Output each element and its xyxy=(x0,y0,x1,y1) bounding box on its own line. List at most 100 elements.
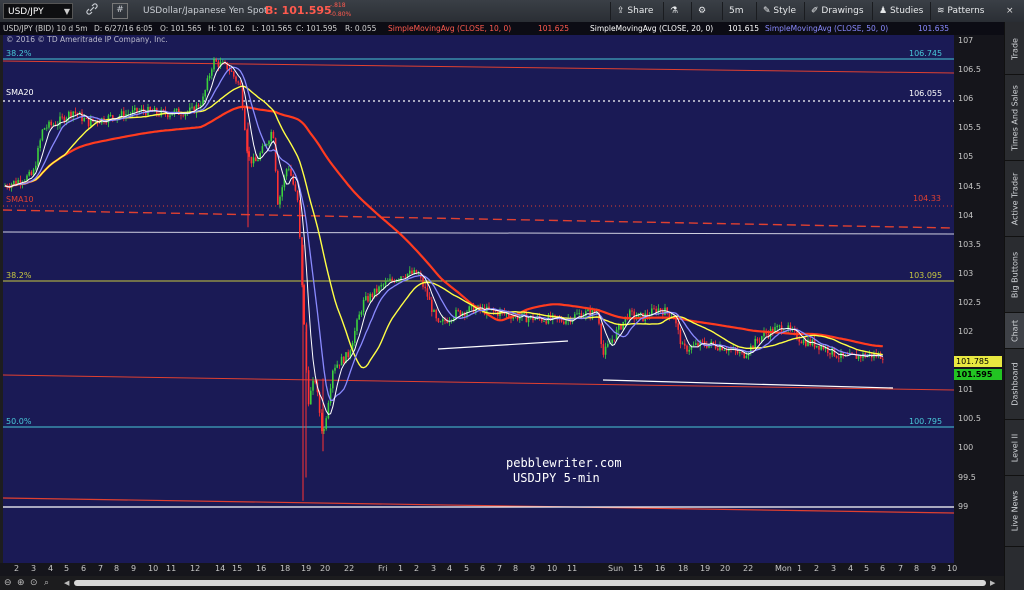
patterns-button[interactable]: ≋ Patterns xyxy=(930,2,995,20)
candle-body xyxy=(387,280,389,282)
zoom-fit-icon[interactable]: ⊙ xyxy=(30,578,38,588)
fib-382-top-label: 38.2% xyxy=(6,49,32,58)
candle-body xyxy=(664,307,666,316)
candle-body xyxy=(384,281,387,285)
style-label: Style xyxy=(773,6,797,16)
candle-body xyxy=(250,156,253,164)
candle-body xyxy=(105,122,107,124)
candle-body xyxy=(120,111,123,116)
candle-body xyxy=(310,390,312,405)
candle-body xyxy=(87,118,90,127)
price-axis[interactable]: 107 106.5 106 105.5 105 104.5 104 103.5 103 102.5… xyxy=(954,35,1004,563)
candle-body xyxy=(613,339,616,341)
time-tick: 15 xyxy=(232,564,243,573)
chevron-down-icon[interactable]: ▼ xyxy=(64,4,70,20)
hash-icon[interactable]: # xyxy=(112,3,128,19)
candle-body xyxy=(798,339,800,342)
price-tick: 100.5 xyxy=(958,414,981,424)
chart-toolbar: USD/JPY ▼ # USDollar/Japanese Yen Spot B… xyxy=(0,0,1024,23)
rail-tab-label: Trade xyxy=(1010,38,1020,60)
candle-body xyxy=(332,370,334,389)
drawings-button[interactable]: ✐ Drawings xyxy=(804,2,871,20)
candle-body xyxy=(270,131,272,142)
time-tick: 19 xyxy=(301,564,312,573)
chart-scrollbar[interactable]: ⊖ ⊕ ⊙ ⌕ ◀ ▶ xyxy=(0,576,1004,590)
time-tick: 20 xyxy=(320,564,331,573)
studies-button[interactable]: ♟ Studies xyxy=(872,2,931,20)
sma10-study-label[interactable]: SimpleMovingAvg (CLOSE, 10, 0) xyxy=(388,22,511,35)
candle-body xyxy=(200,104,202,107)
candle-body xyxy=(268,141,270,145)
candle-body xyxy=(409,270,411,274)
sma50-study-label[interactable]: SimpleMovingAvg (CLOSE, 50, 0) xyxy=(765,22,888,35)
rail-tab-dashboard[interactable]: Dashboard xyxy=(1005,349,1024,420)
zoom-in-icon[interactable]: ⊕ xyxy=(17,578,25,588)
candle-body xyxy=(400,276,402,280)
price-tick: 100 xyxy=(958,443,974,453)
rail-tab-live-news[interactable]: Live News xyxy=(1005,476,1024,547)
candle-body xyxy=(428,296,431,300)
scroll-right-icon[interactable]: ▶ xyxy=(990,579,995,587)
sma20-study-value: 101.615 xyxy=(728,24,760,33)
candle-body xyxy=(754,338,756,349)
candle-body xyxy=(233,71,235,77)
share-button[interactable]: ⇪ Share xyxy=(610,2,667,20)
candle-body xyxy=(338,364,341,366)
close-icon[interactable]: × xyxy=(1006,2,1020,20)
candle-body xyxy=(215,59,217,62)
time-tick: 9 xyxy=(931,564,937,573)
time-tick: 5 xyxy=(864,564,870,573)
candle-body xyxy=(631,310,633,312)
candle-body xyxy=(534,318,536,321)
right-side-tabs: Trade Times And Sales Active Trader Big But… xyxy=(1004,22,1024,590)
candle-body xyxy=(615,329,618,340)
scroll-left-icon[interactable]: ◀ xyxy=(64,579,70,587)
scroll-thumb[interactable] xyxy=(74,580,986,586)
rail-tab-trade[interactable]: Trade xyxy=(1005,24,1024,75)
candle-body xyxy=(525,313,528,323)
candle-body xyxy=(189,107,191,112)
link-icon[interactable] xyxy=(86,3,98,19)
time-tick: 3 xyxy=(431,564,437,573)
symbol-selector[interactable]: USD/JPY ▼ xyxy=(3,3,73,19)
candle-body xyxy=(169,115,171,118)
candle-body xyxy=(745,355,748,359)
rail-tab-big-buttons[interactable]: Big Buttons xyxy=(1005,237,1024,313)
gear-icon[interactable]: ⚙ xyxy=(691,2,718,20)
sma200-curve xyxy=(4,105,883,348)
rail-tab-chart[interactable]: Chart xyxy=(1005,313,1024,349)
time-axis[interactable]: 2 3 4 5 6 7 8 9 10 11 12 14 15 16 18 19 20 22 Fri 1 2 3 4 5 6 7 8 9… xyxy=(0,563,1004,576)
time-tick: 6 xyxy=(480,564,486,573)
candle-body xyxy=(437,318,440,322)
rail-tab-times-and-sales[interactable]: Times And Sales xyxy=(1005,75,1024,161)
sma50-study-value: 101.635 xyxy=(918,24,950,33)
candle-body xyxy=(604,346,607,355)
style-button[interactable]: ✎ Style xyxy=(756,2,805,20)
candle-body xyxy=(303,285,305,325)
zoom-out-icon[interactable]: ⊖ xyxy=(4,578,12,588)
timeframe-label: 5m xyxy=(729,6,744,16)
flask-icon[interactable]: ⚗ xyxy=(663,2,690,20)
time-tick: 2 xyxy=(14,564,20,573)
candle-body xyxy=(230,70,233,72)
change-percent: -0.80% xyxy=(330,11,352,18)
sma20-study-label[interactable]: SimpleMovingAvg (CLOSE, 20, 0) xyxy=(590,22,713,35)
candle-body xyxy=(439,321,442,323)
timeframe-button[interactable]: 5m xyxy=(722,2,751,20)
candle-body xyxy=(725,350,728,352)
symbol-info: USD/JPY (BID) 10 d 5m xyxy=(3,24,88,33)
magnifier-icon[interactable]: ⌕ xyxy=(44,578,49,588)
candle-body xyxy=(611,339,613,343)
candle-body xyxy=(334,367,336,371)
candle-body xyxy=(684,343,686,346)
price-tick: 105.5 xyxy=(958,123,981,133)
rail-tab-level-ii[interactable]: Level II xyxy=(1005,420,1024,476)
candle-body xyxy=(281,187,283,197)
price-tick: 99 xyxy=(958,501,969,511)
upper-trend-line xyxy=(2,60,955,74)
chart-plot-area[interactable]: © 2016 © TD Ameritrade IP Company, Inc. … xyxy=(2,35,955,563)
rail-tab-active-trader[interactable]: Active Trader xyxy=(1005,161,1024,237)
candle-body xyxy=(776,325,778,328)
candle-body xyxy=(576,313,578,315)
share-label: Share xyxy=(627,6,654,16)
